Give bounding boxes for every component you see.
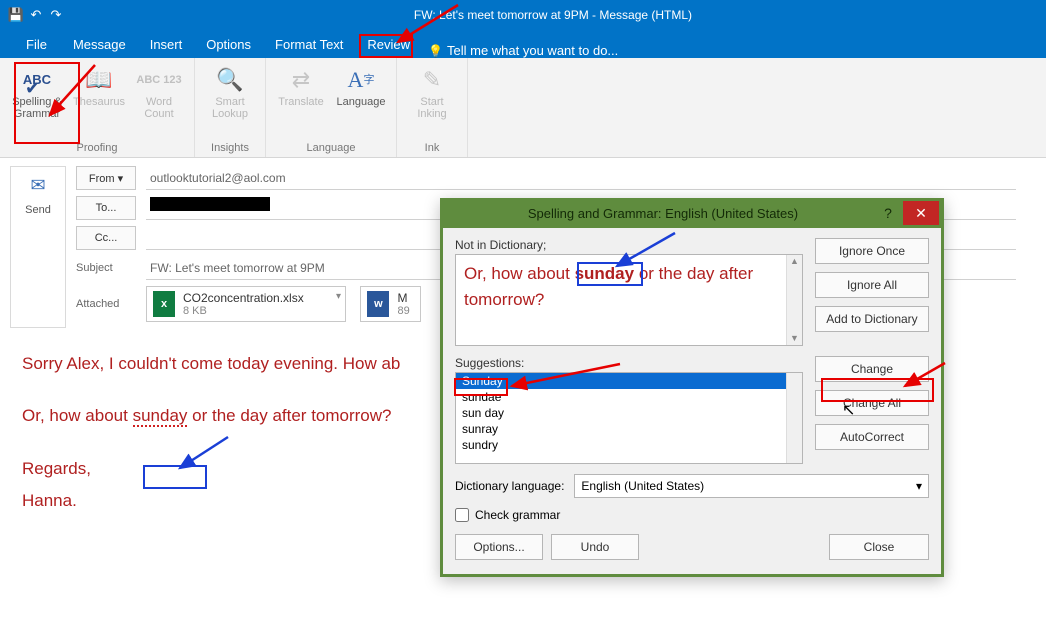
pen-icon: ✎ <box>423 64 441 96</box>
envelope-icon: ✉ <box>30 175 45 196</box>
attachment-chip[interactable]: w M 89 <box>360 286 420 322</box>
bulb-icon: 💡 <box>428 44 443 58</box>
ignore-once-button[interactable]: Ignore Once <box>815 238 929 264</box>
spelling-error[interactable]: sunday <box>133 406 188 427</box>
ribbon: ABC ✔ Spelling & Grammar 📖 Thesaurus ABC… <box>0 58 1046 158</box>
attachment-chip[interactable]: x CO2concentration.xlsx 8 KB ▾ <box>146 286 346 322</box>
close-button[interactable]: ✕ <box>903 201 939 225</box>
cc-button[interactable]: Cc... <box>76 226 136 250</box>
from-field[interactable] <box>146 166 1016 190</box>
suggestions-label: Suggestions: <box>455 356 803 370</box>
dictionary-language-label: Dictionary language: <box>455 479 564 493</box>
start-inking-button[interactable]: ✎ Start Inking <box>403 62 461 122</box>
book-icon: 📖 <box>85 64 112 96</box>
translate-button[interactable]: ⇄ Translate <box>272 62 330 110</box>
excel-icon: x <box>153 291 175 317</box>
search-box-icon: 🔍 <box>216 64 243 96</box>
attached-label: Attached <box>76 298 136 310</box>
change-button[interactable]: Change <box>815 356 929 382</box>
to-button[interactable]: To... <box>76 196 136 220</box>
misspelled-word: sunday <box>575 264 635 283</box>
save-icon[interactable]: 💾 <box>6 7 26 23</box>
options-button[interactable]: Options... <box>455 534 543 560</box>
translate-icon: ⇄ <box>292 64 310 96</box>
title-bar: 💾 ↶ ↷ FW: Let's meet tomorrow at 9PM - M… <box>0 0 1046 30</box>
scrollbar[interactable] <box>786 373 802 463</box>
chevron-down-icon[interactable]: ▾ <box>336 291 341 302</box>
suggestions-list[interactable]: Sunday sundae sun day sunray sundry <box>455 372 803 464</box>
tell-me-label: Tell me what you want to do... <box>447 43 618 58</box>
subject-label: Subject <box>76 262 136 274</box>
thesaurus-button[interactable]: 📖 Thesaurus <box>70 62 128 110</box>
suggestion-option[interactable]: sunray <box>456 421 802 437</box>
spelling-grammar-dialog: Spelling and Grammar: English (United St… <box>440 198 944 577</box>
ribbon-tabs: File Message Insert Options Format Text … <box>0 30 1046 58</box>
suggestion-option[interactable]: sundry <box>456 437 802 453</box>
suggestion-option[interactable]: sun day <box>456 405 802 421</box>
scrollbar[interactable] <box>786 255 802 345</box>
language-button[interactable]: A字 Language <box>332 62 390 110</box>
ribbon-group-insights: 🔍 Smart Lookup Insights <box>195 58 266 157</box>
window-title: FW: Let's meet tomorrow at 9PM - Message… <box>414 8 692 22</box>
check-icon: ✔ <box>25 79 40 99</box>
send-button[interactable]: ✉ Send <box>10 166 66 328</box>
tell-me[interactable]: 💡 Tell me what you want to do... <box>428 43 618 58</box>
help-button[interactable]: ? <box>873 201 903 225</box>
tab-insert[interactable]: Insert <box>138 33 195 58</box>
change-all-button[interactable]: Change All <box>815 390 929 416</box>
close-dialog-button[interactable]: Close <box>829 534 929 560</box>
ribbon-group-proofing: ABC ✔ Spelling & Grammar 📖 Thesaurus ABC… <box>0 58 195 157</box>
from-button[interactable]: From ▾ <box>76 166 136 190</box>
redacted-to <box>150 197 270 211</box>
not-in-dictionary-label: Not in Dictionary; <box>455 238 803 252</box>
ribbon-group-language: ⇄ Translate A字 Language Language <box>266 58 397 157</box>
spelling-grammar-button[interactable]: ABC ✔ Spelling & Grammar <box>6 62 68 122</box>
add-to-dictionary-button[interactable]: Add to Dictionary <box>815 306 929 332</box>
tab-review[interactable]: Review <box>355 33 422 58</box>
chevron-down-icon: ▾ <box>916 479 922 493</box>
autocorrect-button[interactable]: AutoCorrect <box>815 424 929 450</box>
language-icon: A字 <box>348 64 375 96</box>
tab-file[interactable]: File <box>12 33 61 58</box>
word-count-button[interactable]: ABC 123 Word Count <box>130 62 188 122</box>
suggestion-option[interactable]: Sunday <box>456 373 802 389</box>
tab-options[interactable]: Options <box>194 33 263 58</box>
undo-button[interactable]: Undo <box>551 534 639 560</box>
smart-lookup-button[interactable]: 🔍 Smart Lookup <box>201 62 259 122</box>
undo-icon[interactable]: ↶ <box>26 7 46 23</box>
check-grammar-label: Check grammar <box>475 508 560 522</box>
dialog-title: Spelling and Grammar: English (United St… <box>453 206 873 221</box>
dictionary-language-select[interactable]: English (United States) ▾ <box>574 474 929 498</box>
check-grammar-checkbox[interactable] <box>455 508 469 522</box>
suggestion-option[interactable]: sundae <box>456 389 802 405</box>
word-icon: w <box>367 291 389 317</box>
tab-format-text[interactable]: Format Text <box>263 33 355 58</box>
tab-message[interactable]: Message <box>61 33 138 58</box>
ribbon-group-ink: ✎ Start Inking Ink <box>397 58 468 157</box>
ignore-all-button[interactable]: Ignore All <box>815 272 929 298</box>
redo-icon[interactable]: ↷ <box>46 7 66 23</box>
not-in-dictionary-box[interactable]: Or, how about sunday or the day after to… <box>455 254 803 346</box>
